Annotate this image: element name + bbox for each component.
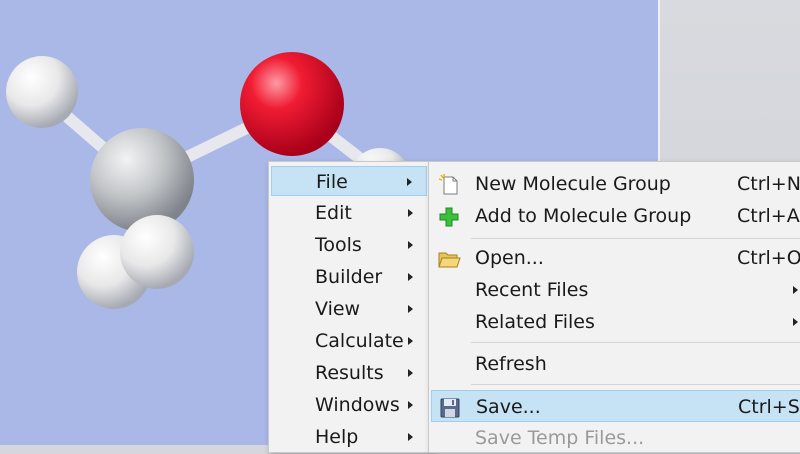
shortcut-label: Ctrl+O	[737, 247, 800, 269]
menu-item-related-files[interactable]: Related Files	[431, 306, 800, 338]
menu-item-refresh[interactable]: Refresh	[431, 348, 800, 380]
chevron-right-icon	[793, 286, 798, 294]
menu-item-label: Refresh	[475, 353, 547, 375]
menu-item-label: Builder	[315, 266, 383, 288]
menu-item-tools[interactable]: Tools	[271, 230, 427, 260]
menu-item-open[interactable]: Open... Ctrl+O	[431, 242, 800, 274]
menu-item-label: Add to Molecule Group	[475, 205, 692, 227]
menu-item-recent-files[interactable]: Recent Files	[431, 274, 800, 306]
chevron-right-icon	[408, 369, 413, 377]
shortcut-label: Ctrl+S	[738, 396, 800, 418]
menu-item-label: File	[316, 171, 348, 193]
menu-item-view[interactable]: View	[271, 294, 427, 324]
shortcut-label: Ctrl+A	[737, 205, 800, 227]
chevron-right-icon	[793, 318, 798, 326]
chevron-right-icon	[408, 337, 413, 345]
menu-separator	[471, 384, 800, 385]
menu-item-add-to-molecule-group[interactable]: Add to Molecule Group Ctrl+A	[431, 200, 800, 232]
menu-item-label: Save Temp Files...	[475, 427, 645, 449]
menu-item-file[interactable]: File	[271, 166, 427, 196]
menu-separator	[471, 238, 800, 239]
menu-item-results[interactable]: Results	[271, 358, 427, 388]
menu-item-save[interactable]: Save... Ctrl+S	[431, 390, 800, 422]
open-folder-icon	[438, 252, 461, 268]
menu-item-label: Recent Files	[475, 279, 589, 301]
file-submenu: New Molecule Group Ctrl+N Add to Molecul…	[428, 161, 800, 453]
menu-item-label: Results	[315, 362, 384, 384]
menu-item-edit[interactable]: Edit	[271, 198, 427, 228]
menu-item-label: Edit	[315, 202, 352, 224]
menu-item-save-temp-files[interactable]: Save Temp Files...	[431, 422, 800, 454]
chevron-right-icon	[408, 305, 413, 313]
atom-carbon	[90, 128, 194, 232]
menu-separator	[471, 342, 800, 343]
chevron-right-icon	[408, 433, 413, 441]
menu-item-label: Tools	[315, 234, 362, 256]
atom-hydrogen	[6, 56, 78, 128]
menu-item-label: View	[315, 298, 361, 320]
chevron-right-icon	[408, 209, 413, 217]
floppy-disk-icon	[440, 398, 460, 418]
menu-item-label: Related Files	[475, 311, 595, 333]
menu-item-new-molecule-group[interactable]: New Molecule Group Ctrl+N	[431, 168, 800, 200]
menu-item-label: New Molecule Group	[475, 173, 671, 195]
menu-item-windows[interactable]: Windows	[271, 390, 427, 420]
menu-item-label: Calculate	[315, 330, 404, 352]
chevron-right-icon	[408, 273, 413, 281]
menu-item-label: Save...	[476, 396, 541, 418]
menu-item-label: Windows	[315, 394, 400, 416]
new-document-icon	[438, 174, 458, 195]
green-plus-icon	[439, 207, 459, 227]
context-menu: File Edit Tools Builder View Calculate R…	[268, 161, 432, 453]
atom-hydrogen	[120, 215, 194, 289]
chevron-right-icon	[408, 401, 413, 409]
menu-item-help[interactable]: Help	[271, 422, 427, 452]
chevron-right-icon	[408, 241, 413, 249]
menu-item-builder[interactable]: Builder	[271, 262, 427, 292]
shortcut-label: Ctrl+N	[737, 173, 800, 195]
menu-item-calculate[interactable]: Calculate	[271, 326, 427, 356]
atom-oxygen	[240, 52, 344, 156]
menu-item-label: Open...	[475, 247, 544, 269]
chevron-right-icon	[407, 178, 412, 186]
